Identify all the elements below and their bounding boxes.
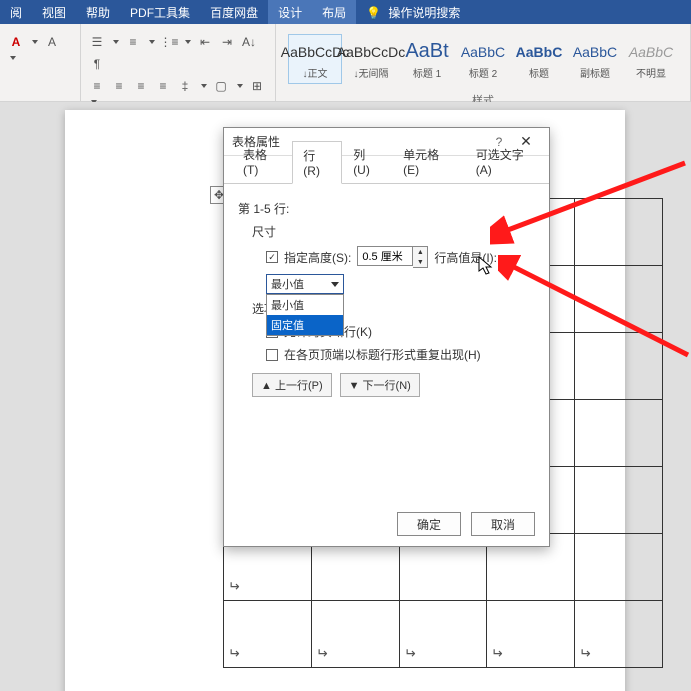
table-row[interactable]: ↵↵↵↵↵ xyxy=(224,601,663,668)
height-spinner[interactable]: ▲▼ xyxy=(357,246,428,268)
sort-button[interactable]: A↓ xyxy=(241,34,257,50)
borders-button[interactable]: ⊞ xyxy=(249,78,265,94)
tab-table[interactable]: 表格(T) xyxy=(232,140,292,183)
chevron-down-icon xyxy=(32,40,38,44)
specify-height-checkbox[interactable]: ✓ xyxy=(266,251,278,263)
cancel-button[interactable]: 取消 xyxy=(471,512,535,536)
styles-group: AaBbCcDc↓正文 AaBbCcDc↓无间隔 AaBt标题 1 AaBbC标… xyxy=(276,24,691,101)
tab-row[interactable]: 行(R) xyxy=(292,141,342,184)
height-input[interactable] xyxy=(357,246,413,266)
dropdown-option-fixed[interactable]: 固定值 xyxy=(267,315,343,335)
indent-left-button[interactable]: ⇤ xyxy=(197,34,213,50)
multilevel-button[interactable]: ⋮≡ xyxy=(161,34,177,50)
style-gallery[interactable]: AaBbCcDc↓正文 AaBbCcDc↓无间隔 AaBt标题 1 AaBbC标… xyxy=(284,28,682,90)
spin-down-icon[interactable]: ▼ xyxy=(413,257,427,267)
tab-help[interactable]: 帮助 xyxy=(76,0,120,25)
height-mode-combo[interactable]: 最小值 最小值 固定值 xyxy=(266,274,344,294)
ribbon-tabs: 阅 视图 帮助 PDF工具集 百度网盘 设计 布局 💡 操作说明搜索 xyxy=(0,0,691,24)
tab-baidu[interactable]: 百度网盘 xyxy=(200,0,268,25)
style-title[interactable]: AaBbC标题 xyxy=(512,34,566,84)
align-right-button[interactable]: ≡ xyxy=(133,78,149,94)
prev-row-button[interactable]: ▲ 上一行(P) xyxy=(252,373,332,397)
ok-button[interactable]: 确定 xyxy=(397,512,461,536)
lightbulb-icon: 💡 xyxy=(366,6,381,20)
next-row-button[interactable]: ▼ 下一行(N) xyxy=(340,373,420,397)
align-left-button[interactable]: ≡ xyxy=(89,78,105,94)
dropdown-option-min[interactable]: 最小值 xyxy=(267,295,343,315)
tab-layout[interactable]: 布局 xyxy=(312,0,356,25)
chevron-down-icon xyxy=(10,56,16,60)
indent-right-button[interactable]: ⇥ xyxy=(219,34,235,50)
paragraph-group: ☰ ≡ ⋮≡ ⇤ ⇥ A↓ ¶ ≡ ≡ ≡ ≡ ‡ ▢ ⊞ 段落 xyxy=(81,24,276,101)
tab-column[interactable]: 列(U) xyxy=(342,140,392,183)
tab-pdf[interactable]: PDF工具集 xyxy=(120,0,200,25)
style-h1[interactable]: AaBt标题 1 xyxy=(400,34,454,84)
align-justify-button[interactable]: ≡ xyxy=(155,78,171,94)
line-spacing-button[interactable]: ‡ xyxy=(177,78,193,94)
font-group: A A xyxy=(0,24,81,101)
paragraph-mark-icon: ↵ xyxy=(228,578,240,595)
chevron-down-icon xyxy=(331,282,339,287)
style-h2[interactable]: AaBbC标题 2 xyxy=(456,34,510,84)
spin-up-icon[interactable]: ▲ xyxy=(413,247,427,257)
tab-cell[interactable]: 单元格(E) xyxy=(392,140,465,183)
tab-design[interactable]: 设计 xyxy=(268,0,312,25)
repeat-header-checkbox[interactable] xyxy=(266,349,278,361)
dialog-body: 第 1-5 行: 尺寸 ✓ 指定高度(S): ▲▼ 行高值是(I): 最小值 最… xyxy=(224,184,549,413)
style-subtle[interactable]: AaBbC不明显 xyxy=(624,34,678,84)
shading-button[interactable]: ▢ xyxy=(213,78,229,94)
style-normal[interactable]: AaBbCcDc↓正文 xyxy=(288,34,342,84)
dialog-footer: 确定 取消 xyxy=(397,512,535,536)
size-section-label: 尺寸 xyxy=(238,223,535,240)
table-properties-dialog: 表格属性 ? ✕ 表格(T) 行(R) 列(U) 单元格(E) 可选文字(A) … xyxy=(223,127,550,547)
numbering-button[interactable]: ≡ xyxy=(125,34,141,50)
align-center-button[interactable]: ≡ xyxy=(111,78,127,94)
style-subtitle[interactable]: AaBbC副标题 xyxy=(568,34,622,84)
row-range-label: 第 1-5 行: xyxy=(238,200,535,217)
dialog-tabs: 表格(T) 行(R) 列(U) 单元格(E) 可选文字(A) xyxy=(224,156,549,184)
font-color-button[interactable]: A xyxy=(8,34,24,50)
ribbon: A A ☰ ≡ ⋮≡ ⇤ ⇥ A↓ ¶ ≡ ≡ ≡ ≡ ‡ ▢ ⊞ 段落 AaB… xyxy=(0,24,691,102)
cursor-icon xyxy=(478,256,496,278)
show-marks-button[interactable]: ¶ xyxy=(89,56,105,72)
style-nospacing[interactable]: AaBbCcDc↓无间隔 xyxy=(344,34,398,84)
tab-review[interactable]: 阅 xyxy=(0,0,32,25)
tab-view[interactable]: 视图 xyxy=(32,0,76,25)
tell-me-search[interactable]: 💡 操作说明搜索 xyxy=(356,0,470,25)
text-effects-button[interactable]: A xyxy=(44,34,60,50)
height-mode-dropdown: 最小值 固定值 xyxy=(266,294,344,336)
paragraph-mark-icon: ↵ xyxy=(228,645,240,662)
tab-alttext[interactable]: 可选文字(A) xyxy=(465,140,549,183)
bullets-button[interactable]: ☰ xyxy=(89,34,105,50)
repeat-header-label: 在各页顶端以标题行形式重复出现(H) xyxy=(284,346,481,363)
specify-height-label: 指定高度(S): xyxy=(284,249,351,266)
